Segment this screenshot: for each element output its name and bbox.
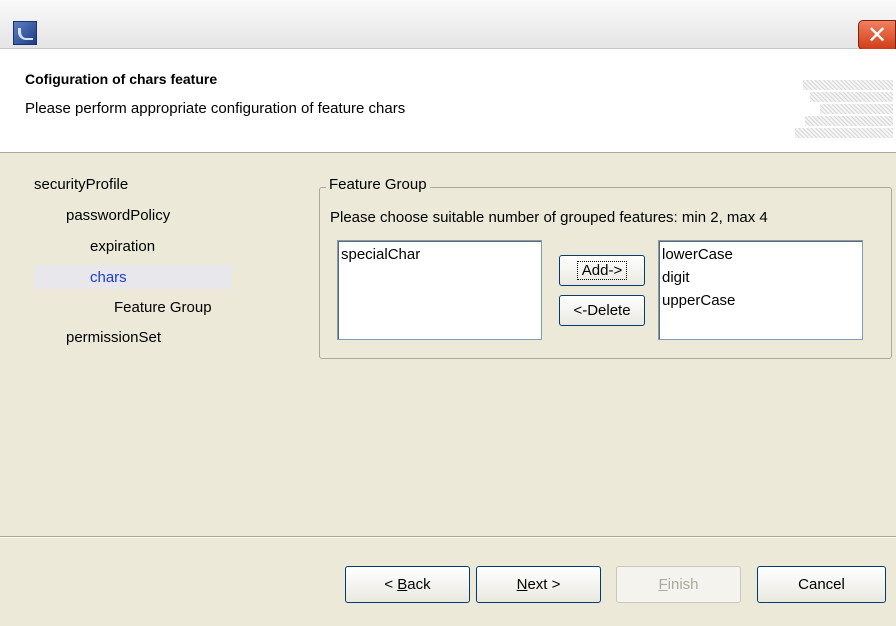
cancel-button[interactable]: Cancel bbox=[757, 566, 886, 603]
list-item[interactable]: specialChar bbox=[341, 243, 538, 266]
tree-item-password-policy[interactable]: passwordPolicy bbox=[66, 207, 170, 224]
feature-group-hint: Please choose suitable number of grouped… bbox=[330, 209, 768, 226]
add-button[interactable]: Add-> bbox=[559, 255, 645, 286]
page-title: Cofiguration of chars feature bbox=[25, 71, 218, 87]
title-bar: ✕ bbox=[0, 0, 896, 50]
banner-graphic bbox=[805, 116, 893, 126]
footer-separator bbox=[0, 536, 896, 538]
tree-item-security-profile[interactable]: securityProfile bbox=[34, 176, 128, 193]
next-button[interactable]: Next > bbox=[476, 566, 601, 603]
tree-item-permission-set[interactable]: permissionSet bbox=[66, 329, 161, 346]
list-item[interactable]: upperCase bbox=[662, 289, 859, 312]
banner-graphic bbox=[810, 92, 893, 102]
page-description: Please perform appropriate configuration… bbox=[25, 100, 406, 117]
tree-item-feature-group[interactable]: Feature Group bbox=[114, 299, 212, 316]
list-item[interactable]: lowerCase bbox=[662, 243, 859, 266]
banner-graphic bbox=[820, 104, 893, 114]
selected-features-list[interactable]: lowerCase digit upperCase bbox=[658, 240, 863, 340]
banner-graphic bbox=[795, 128, 893, 138]
tree-item-chars[interactable]: chars bbox=[90, 269, 127, 286]
available-features-list[interactable]: specialChar bbox=[337, 240, 542, 340]
cancel-button-label: Cancel bbox=[798, 576, 845, 593]
close-icon[interactable]: ✕ bbox=[858, 20, 896, 50]
back-button[interactable]: < Back bbox=[345, 566, 470, 603]
eclipse-icon bbox=[13, 21, 37, 45]
delete-button[interactable]: <-Delete bbox=[559, 295, 645, 326]
add-button-label: Add-> bbox=[576, 261, 628, 280]
next-button-label: Next > bbox=[516, 576, 561, 593]
feature-group-legend: Feature Group bbox=[326, 176, 430, 193]
list-item[interactable]: digit bbox=[662, 266, 859, 289]
delete-button-label: <-Delete bbox=[573, 302, 631, 319]
finish-button[interactable]: Finish bbox=[616, 566, 741, 603]
finish-button-label: Finish bbox=[658, 576, 699, 593]
back-button-label: < Back bbox=[384, 576, 431, 593]
tree-item-expiration[interactable]: expiration bbox=[90, 238, 155, 255]
tree-selection-highlight bbox=[34, 265, 232, 289]
banner-graphic bbox=[803, 80, 893, 90]
